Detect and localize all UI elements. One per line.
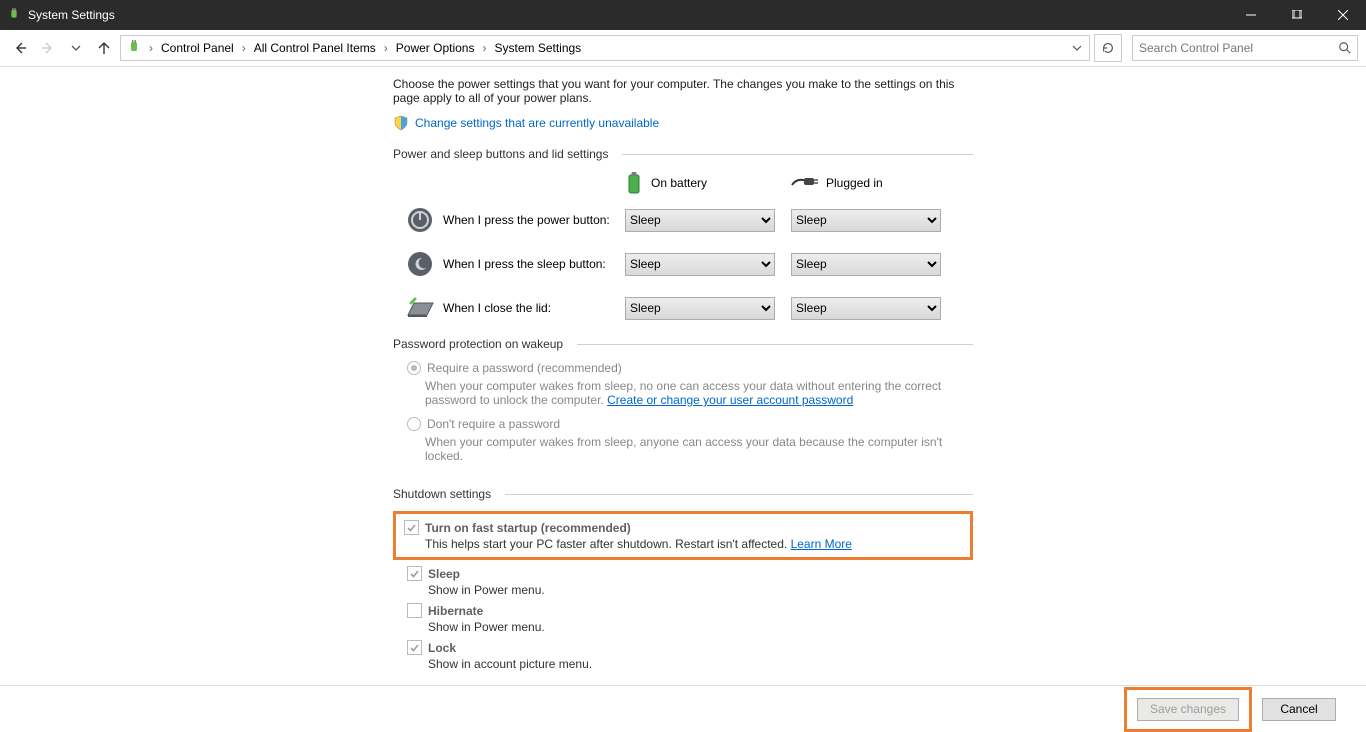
divider	[577, 344, 973, 345]
dont-require-password-label: Don't require a password	[427, 417, 560, 431]
plug-icon	[790, 175, 818, 191]
chevron-right-icon[interactable]: ›	[240, 41, 248, 55]
intro-text: Choose the power settings that you want …	[393, 77, 973, 105]
power-options-icon	[125, 39, 143, 57]
breadcrumb-segment[interactable]: All Control Panel Items	[248, 39, 382, 57]
power-button-icon	[405, 205, 435, 235]
hibernate-desc: Show in Power menu.	[428, 620, 973, 634]
save-changes-button[interactable]: Save changes	[1137, 698, 1239, 721]
maximize-button[interactable]	[1274, 0, 1320, 30]
require-password-label: Require a password (recommended)	[427, 361, 622, 375]
refresh-button[interactable]	[1094, 34, 1122, 62]
section-title: Power and sleep buttons and lid settings	[393, 147, 608, 161]
lock-checkbox	[407, 640, 422, 655]
navbar: › Control Panel › All Control Panel Item…	[0, 30, 1366, 67]
search-input[interactable]	[1132, 35, 1358, 61]
sleep-button-battery-select[interactable]: Sleep	[625, 253, 775, 276]
require-password-desc: When your computer wakes from sleep, no …	[425, 379, 965, 407]
close-lid-label: When I close the lid:	[443, 301, 625, 315]
close-lid-battery-select[interactable]: Sleep	[625, 297, 775, 320]
plugged-in-label: Plugged in	[826, 176, 883, 190]
chevron-right-icon[interactable]: ›	[480, 41, 488, 55]
breadcrumb[interactable]: › Control Panel › All Control Panel Item…	[120, 35, 1090, 61]
on-battery-label: On battery	[651, 176, 707, 190]
forward-button[interactable]	[36, 36, 60, 60]
power-button-battery-select[interactable]: Sleep	[625, 209, 775, 232]
shield-icon	[393, 115, 409, 131]
power-options-icon	[6, 7, 22, 23]
breadcrumb-segment[interactable]: System Settings	[488, 39, 587, 57]
up-button[interactable]	[92, 36, 116, 60]
sleep-button-label: When I press the sleep button:	[443, 257, 625, 271]
create-password-link[interactable]: Create or change your user account passw…	[607, 393, 853, 407]
divider	[622, 154, 973, 155]
sleep-desc: Show in Power menu.	[428, 583, 973, 597]
fast-startup-desc: This helps start your PC faster after sh…	[425, 537, 962, 551]
dont-require-password-desc: When your computer wakes from sleep, any…	[425, 435, 965, 463]
lock-desc: Show in account picture menu.	[428, 657, 973, 671]
chevron-right-icon[interactable]: ›	[382, 41, 390, 55]
chevron-right-icon[interactable]: ›	[147, 41, 155, 55]
fast-startup-checkbox	[404, 520, 419, 535]
hibernate-checkbox	[407, 603, 422, 618]
footer: Save changes Cancel	[0, 686, 1366, 732]
learn-more-link[interactable]: Learn More	[791, 537, 852, 551]
fast-startup-label: Turn on fast startup (recommended)	[425, 521, 631, 535]
content-scroll[interactable]: Choose the power settings that you want …	[0, 67, 1366, 685]
back-button[interactable]	[8, 36, 32, 60]
breadcrumb-segment[interactable]: Control Panel	[155, 39, 240, 57]
section-title: Password protection on wakeup	[393, 337, 563, 351]
highlight-fast-startup: Turn on fast startup (recommended) This …	[393, 511, 973, 560]
sleep-checkbox	[407, 566, 422, 581]
cancel-button[interactable]: Cancel	[1262, 698, 1336, 721]
section-title: Shutdown settings	[393, 487, 491, 501]
power-button-label: When I press the power button:	[443, 213, 625, 227]
divider	[505, 494, 973, 495]
change-unavailable-link[interactable]: Change settings that are currently unava…	[415, 116, 659, 130]
sleep-button-icon	[405, 249, 435, 279]
breadcrumb-dropdown[interactable]	[1069, 37, 1085, 59]
minimize-button[interactable]	[1228, 0, 1274, 30]
battery-icon	[625, 171, 643, 195]
highlight-save-button: Save changes	[1124, 687, 1252, 732]
dont-require-password-radio	[407, 417, 421, 431]
sleep-button-plugged-select[interactable]: Sleep	[791, 253, 941, 276]
sleep-label: Sleep	[428, 567, 460, 581]
titlebar: System Settings	[0, 0, 1366, 30]
hibernate-label: Hibernate	[428, 604, 483, 618]
search-box[interactable]	[1132, 35, 1358, 61]
window-title: System Settings	[28, 8, 115, 22]
search-icon	[1338, 41, 1352, 55]
recent-locations-button[interactable]	[64, 36, 88, 60]
lid-icon	[405, 293, 435, 323]
require-password-radio	[407, 361, 421, 375]
lock-label: Lock	[428, 641, 456, 655]
close-button[interactable]	[1320, 0, 1366, 30]
power-button-plugged-select[interactable]: Sleep	[791, 209, 941, 232]
close-lid-plugged-select[interactable]: Sleep	[791, 297, 941, 320]
breadcrumb-segment[interactable]: Power Options	[390, 39, 481, 57]
